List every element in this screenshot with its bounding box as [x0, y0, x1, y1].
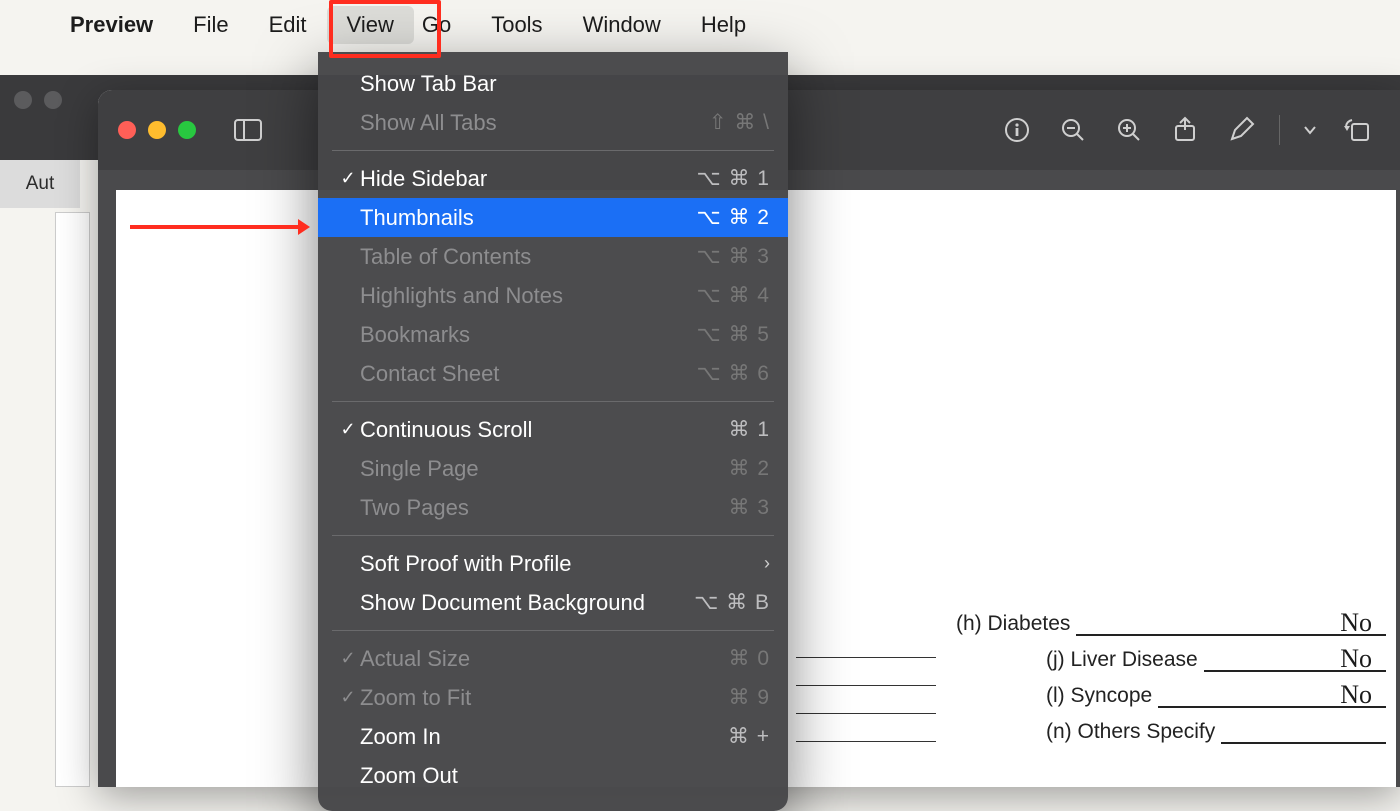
menu-item-label: Hide Sidebar [360, 166, 696, 192]
menu-view[interactable]: View [327, 6, 414, 44]
menu-item-show-tab-bar[interactable]: Show Tab Bar [318, 64, 788, 103]
menu-help[interactable]: Help [681, 6, 766, 44]
menu-item-show-document-background[interactable]: Show Document Background⌥ ⌘ B [318, 583, 788, 622]
menu-item-zoom-out[interactable]: Zoom Out [318, 756, 788, 795]
zoom-window-button[interactable] [178, 121, 196, 139]
menu-item-label: Single Page [360, 456, 728, 482]
view-dropdown-menu: Show Tab BarShow All Tabs⇧ ⌘ \✓Hide Side… [318, 52, 788, 811]
close-window-button[interactable] [118, 121, 136, 139]
menu-item-label: Show All Tabs [360, 110, 709, 136]
menu-item-label: Show Document Background [360, 590, 694, 616]
share-icon[interactable] [1163, 108, 1207, 152]
menu-item-bookmarks: Bookmarks⌥ ⌘ 5 [318, 315, 788, 354]
background-window-page [55, 212, 90, 787]
menu-item-label: Table of Contents [360, 244, 696, 270]
menu-item-hide-sidebar[interactable]: ✓Hide Sidebar⌥ ⌘ 1 [318, 159, 788, 198]
menu-item-contact-sheet: Contact Sheet⌥ ⌘ 6 [318, 354, 788, 393]
chevron-right-icon: › [754, 553, 770, 574]
app-menu[interactable]: Preview [50, 6, 173, 44]
markup-dropdown-chevron-icon[interactable] [1296, 108, 1324, 152]
menu-tools[interactable]: Tools [471, 6, 562, 44]
menu-item-shortcut: ⌥ ⌘ 6 [696, 361, 770, 386]
menu-item-label: Contact Sheet [360, 361, 696, 387]
checkmark-icon: ✓ [336, 648, 360, 669]
menu-item-shortcut: ⌘ 2 [728, 456, 770, 481]
menu-item-shortcut: ⌘ 0 [728, 646, 770, 671]
menu-item-show-all-tabs: Show All Tabs⇧ ⌘ \ [318, 103, 788, 142]
menu-item-shortcut: ⌥ ⌘ 1 [696, 166, 770, 191]
menu-item-label: Highlights and Notes [360, 283, 696, 309]
menu-item-shortcut: ⇧ ⌘ \ [709, 110, 770, 135]
menu-item-shortcut: ⌥ ⌘ 3 [696, 244, 770, 269]
window-traffic-lights [118, 121, 196, 139]
menu-item-label: Two Pages [360, 495, 728, 521]
menu-item-zoom-in[interactable]: Zoom In⌘ + [318, 717, 788, 756]
menu-item-shortcut: ⌘ 1 [728, 417, 770, 442]
menu-item-actual-size: ✓Actual Size⌘ 0 [318, 639, 788, 678]
menu-item-shortcut: ⌘ + [728, 724, 770, 749]
form-left-blank-lines [796, 630, 936, 742]
toolbar-separator [1279, 115, 1280, 145]
menu-item-two-pages: Two Pages⌘ 3 [318, 488, 788, 527]
menu-item-label: Zoom Out [360, 763, 770, 789]
menu-edit[interactable]: Edit [249, 6, 327, 44]
menu-window[interactable]: Window [563, 6, 681, 44]
menu-item-thumbnails[interactable]: Thumbnails⌥ ⌘ 2 [318, 198, 788, 237]
info-icon[interactable] [995, 108, 1039, 152]
form-row-liver: (j) Liver Disease No [956, 636, 1386, 672]
menu-item-label: Soft Proof with Profile [360, 551, 754, 577]
menu-item-table-of-contents: Table of Contents⌥ ⌘ 3 [318, 237, 788, 276]
menu-item-label: Continuous Scroll [360, 417, 728, 443]
menu-go[interactable]: Go [414, 6, 471, 44]
handwritten-value: No [1340, 608, 1372, 638]
menu-item-shortcut: ⌥ ⌘ B [694, 590, 770, 615]
checkmark-icon: ✓ [336, 687, 360, 708]
menu-item-shortcut: ⌥ ⌘ 5 [696, 322, 770, 347]
menu-item-label: Zoom to Fit [360, 685, 728, 711]
form-row-diabetes: (h) Diabetes No [956, 600, 1386, 636]
minimize-window-button[interactable] [148, 121, 166, 139]
zoom-in-icon[interactable] [1107, 108, 1151, 152]
menu-item-label: Bookmarks [360, 322, 696, 348]
menu-item-shortcut: ⌘ 9 [728, 685, 770, 710]
menu-item-shortcut: ⌘ 3 [728, 495, 770, 520]
handwritten-value: No [1340, 644, 1372, 674]
menu-item-shortcut: ⌥ ⌘ 4 [696, 283, 770, 308]
form-row-others: (n) Others Specify [956, 708, 1386, 744]
menu-file[interactable]: File [173, 6, 248, 44]
menu-item-zoom-to-fit: ✓Zoom to Fit⌘ 9 [318, 678, 788, 717]
menu-item-label: Zoom In [360, 724, 728, 750]
form-row-syncope: (l) Syncope No [956, 672, 1386, 708]
menu-item-soft-proof-with-profile[interactable]: Soft Proof with Profile› [318, 544, 788, 583]
menu-item-shortcut: ⌥ ⌘ 2 [696, 205, 770, 230]
sidebar-toggle-icon[interactable] [226, 108, 270, 152]
markup-pencil-icon[interactable] [1219, 108, 1263, 152]
checkmark-icon: ✓ [336, 419, 360, 440]
menu-item-label: Actual Size [360, 646, 728, 672]
menu-item-single-page: Single Page⌘ 2 [318, 449, 788, 488]
menu-item-label: Show Tab Bar [360, 71, 770, 97]
medical-form-section: (h) Diabetes No (j) Liver Disease No (l)… [956, 600, 1386, 744]
handwritten-value: No [1340, 680, 1372, 710]
checkmark-icon: ✓ [336, 168, 360, 189]
rotate-icon[interactable] [1336, 108, 1380, 152]
zoom-out-icon[interactable] [1051, 108, 1095, 152]
menu-item-highlights-and-notes: Highlights and Notes⌥ ⌘ 4 [318, 276, 788, 315]
menu-item-label: Thumbnails [360, 205, 696, 231]
background-window-tab[interactable]: Aut [0, 160, 80, 208]
mac-menubar: Preview File Edit View Go Tools Window H… [0, 0, 1400, 50]
menu-item-continuous-scroll[interactable]: ✓Continuous Scroll⌘ 1 [318, 410, 788, 449]
